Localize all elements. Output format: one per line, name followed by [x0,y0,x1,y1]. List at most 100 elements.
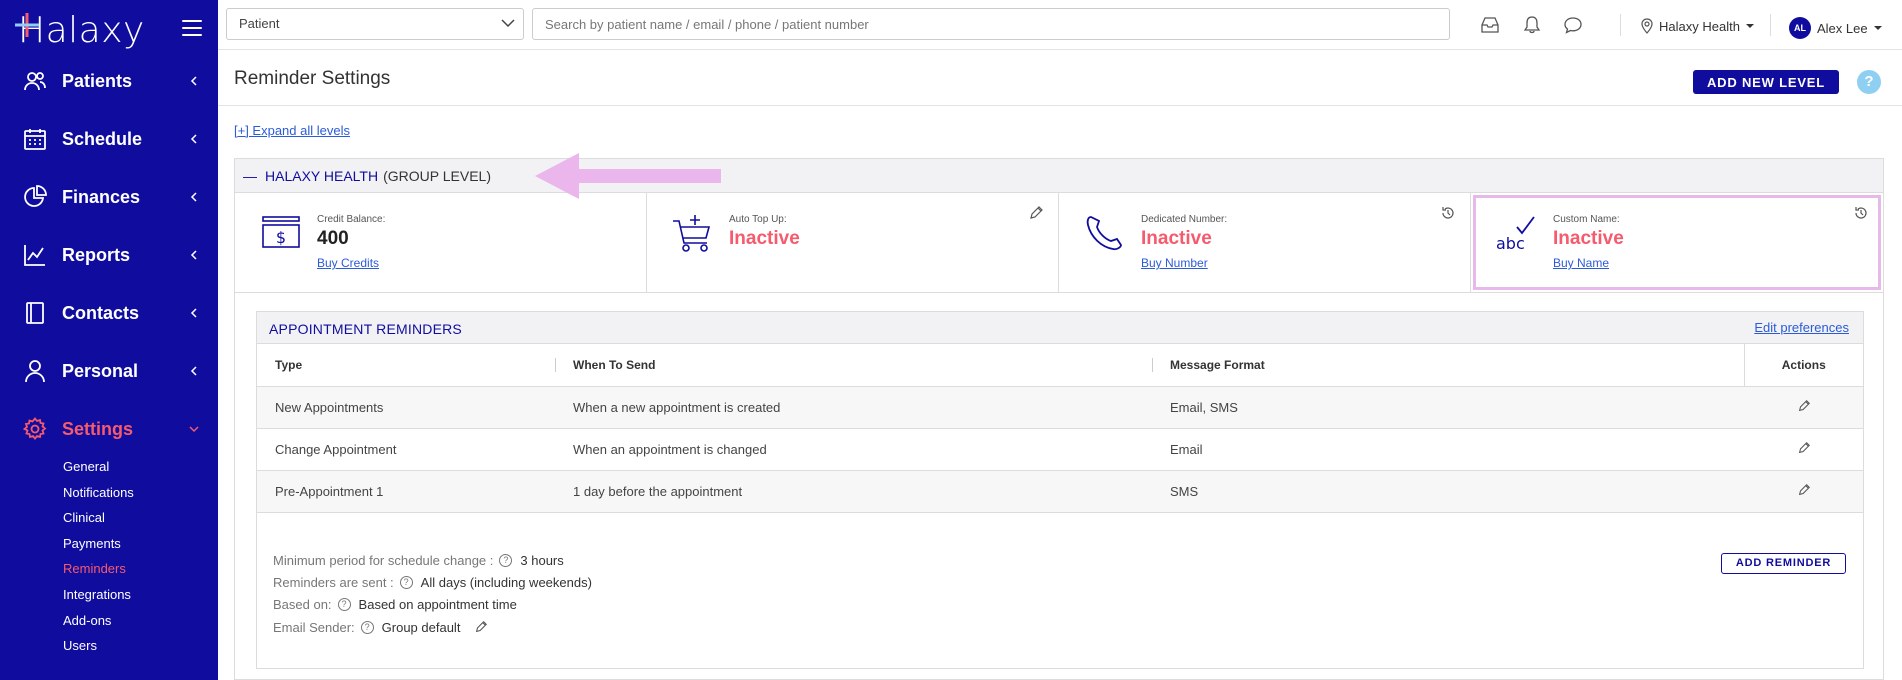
divider [1770,14,1771,36]
divider [1620,14,1621,36]
level-name: HALAXY HEALTH [265,167,379,184]
group-level-panel: — HALAXY HEALTH (GROUP LEVEL) $ Credit B… [234,153,1884,680]
page-header: Reminder Settings ADD NEW LEVEL ? [218,51,1902,106]
nav-finances[interactable]: Finances [0,175,218,219]
cart-plus-icon [673,215,711,252]
nav-contacts[interactable]: Contacts [0,291,218,335]
option-email-sender: Email Sender: ? Group default [273,620,488,635]
buy-name-link[interactable]: Buy Name [1553,256,1609,270]
halaxy-logo[interactable]: Halaxy [14,8,145,52]
col-format-header: Message Format [1152,344,1744,387]
nav-label: Reports [62,244,131,265]
abc-check-icon: abc [1496,216,1535,253]
add-new-level-button[interactable]: ADD NEW LEVEL [1693,70,1839,94]
custom-name-card: abc Custom Name: Inactive Buy Name [1471,193,1883,292]
pencil-icon[interactable] [1797,483,1811,497]
credit-balance-icon: $ [262,216,300,248]
subnav-users[interactable]: Users [63,633,134,659]
nav-label: Personal [62,360,139,381]
patient-search-input[interactable] [532,8,1450,40]
table-row: New Appointments When a new appointment … [257,386,1863,429]
nav-label: Settings [62,418,134,439]
nav-settings[interactable]: Settings [0,407,218,451]
auto-top-up-card: Auto Top Up: Inactive [647,193,1059,292]
credit-balance-card: $ Credit Balance: 400 Buy Credits [235,193,647,292]
question-icon[interactable]: ? [499,553,513,567]
col-when-header: When To Send [555,344,1152,387]
subnav-add-ons[interactable]: Add-ons [63,608,134,634]
address-book-icon [22,300,48,326]
pie-chart-icon [22,184,48,210]
nav-reports[interactable]: Reports [0,233,218,277]
svg-text:$: $ [276,228,286,247]
chevron-left-icon [190,76,197,86]
nav-schedule[interactable]: Schedule [0,117,218,161]
subnav-reminders[interactable]: Reminders [63,556,134,582]
chat-icon[interactable] [1563,16,1583,34]
bell-icon[interactable] [1522,16,1542,34]
card-label: Credit Balance: [317,214,386,225]
reminders-title: APPOINTMENT REMINDERS [269,321,462,337]
question-icon[interactable]: ? [399,575,413,589]
buy-credits-link[interactable]: Buy Credits [317,256,379,270]
row-actions [1744,386,1863,429]
card-label: Auto Top Up: [729,214,787,225]
reminder-options: Minimum period for schedule change : ? 3… [257,513,1863,663]
help-icon[interactable]: ? [1857,70,1881,94]
pencil-icon[interactable] [1028,205,1044,221]
dedicated-number-card: Dedicated Number: Inactive Buy Number [1059,193,1471,292]
option-value: Based on appointment time [358,596,517,612]
nav-label: Finances [62,186,141,207]
history-icon[interactable] [1440,205,1456,221]
dedicated-number-status: Inactive [1141,228,1212,249]
pencil-icon[interactable] [1797,399,1811,413]
edit-preferences-link[interactable]: Edit preferences [1754,320,1849,335]
subnav-integrations[interactable]: Integrations [63,582,134,608]
credit-balance-value: 400 [317,228,349,249]
nav-personal[interactable]: Personal [0,349,218,393]
subnav-payments[interactable]: Payments [63,531,134,557]
collapse-toggle[interactable]: — [243,168,257,184]
option-label: Reminders are sent : [273,574,394,590]
row-actions [1744,470,1863,513]
caret-down-icon [1873,26,1882,30]
question-icon[interactable]: ? [360,620,374,634]
inbox-icon[interactable] [1480,16,1500,34]
user-menu[interactable]: AL Alex Lee [1789,16,1882,40]
row-when: When an appointment is changed [555,428,1152,471]
subnav-notifications[interactable]: Notifications [63,480,134,506]
subnav-general[interactable]: General [63,454,134,480]
row-type: New Appointments [257,386,555,429]
row-format: Email [1152,428,1744,471]
sidebar: Halaxy Patients Schedule Finances Report… [0,0,218,680]
option-label: Email Sender: [273,619,355,635]
location-pin-icon [1641,18,1653,34]
chevron-left-icon [190,366,197,376]
nav-patients[interactable]: Patients [0,59,218,103]
chevron-left-icon [190,308,197,318]
option-sent-days: Reminders are sent : ? All days (includi… [273,575,592,590]
pencil-icon[interactable] [1797,441,1811,455]
card-label: Dedicated Number: [1141,214,1228,225]
pencil-icon[interactable] [474,620,488,634]
line-chart-icon [22,242,48,268]
patient-type-select[interactable]: Patient [226,8,524,40]
expand-all-levels-link[interactable]: [+] Expand all levels [234,123,350,138]
add-reminder-button[interactable]: ADD REMINDER [1721,552,1846,574]
sms-status-cards: $ Credit Balance: 400 Buy Credits Auto T… [235,193,1883,293]
org-switcher[interactable]: Halaxy Health [1641,16,1754,36]
history-icon[interactable] [1853,205,1869,221]
option-value: 3 hours [520,552,564,568]
table-row: Change Appointment When an appointment i… [257,428,1863,471]
question-icon[interactable]: ? [337,597,351,611]
menu-toggle-icon[interactable] [182,20,202,36]
row-type: Change Appointment [257,428,555,471]
level-header: — HALAXY HEALTH (GROUP LEVEL) [235,153,1883,199]
main-content: Reminder Settings ADD NEW LEVEL ? [+] Ex… [218,51,1902,680]
subnav-clinical[interactable]: Clinical [63,505,134,531]
option-label: Based on: [273,596,332,612]
buy-number-link[interactable]: Buy Number [1141,256,1208,270]
logo-plus-icon [15,13,39,37]
col-actions-header: Actions [1743,344,1863,387]
chevron-down-icon [501,19,515,28]
